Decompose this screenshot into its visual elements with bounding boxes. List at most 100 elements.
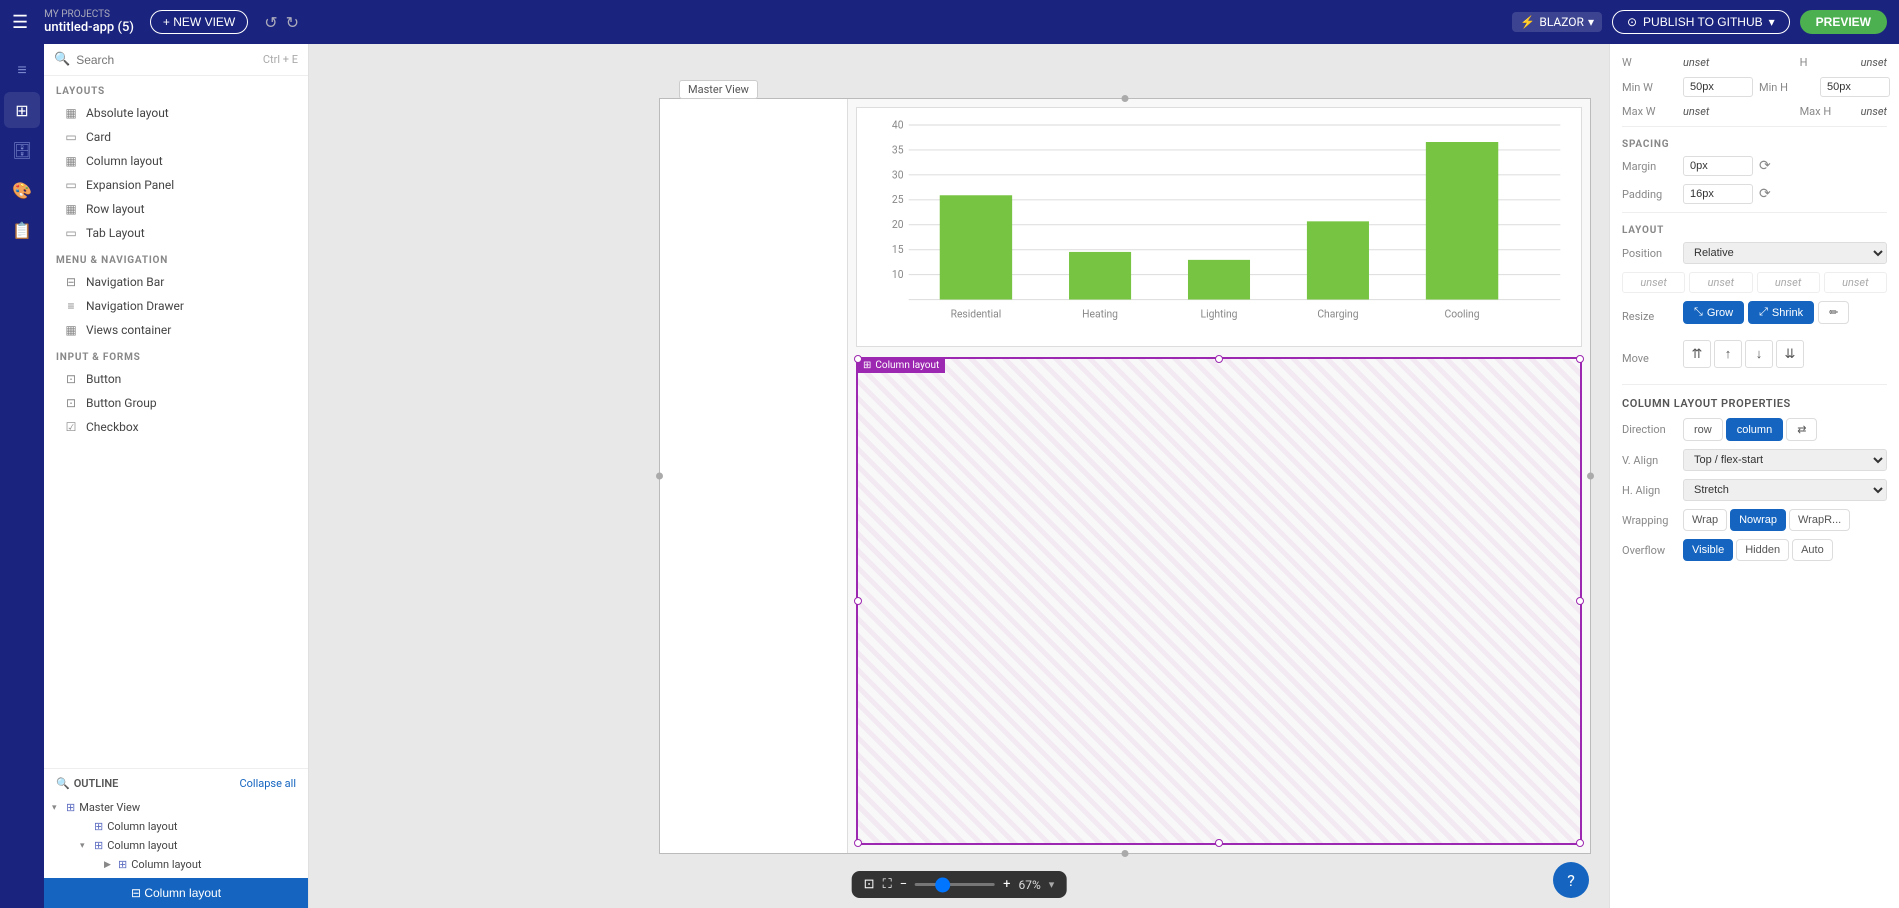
auto-button[interactable]: Auto (1792, 539, 1833, 561)
frame-handle-bottom[interactable] (1122, 850, 1129, 857)
new-view-button[interactable]: + NEW VIEW (150, 10, 248, 34)
sidebar-item-absolute-layout[interactable]: ▦ Absolute layout (44, 101, 308, 125)
resize-handle-bc[interactable] (1215, 839, 1223, 847)
sidebar-item-views-container[interactable]: ▦ Views container (44, 318, 308, 342)
margin-link-icon[interactable]: ⟳ (1759, 158, 1771, 174)
sidebar-item-navigation-drawer[interactable]: ≡ Navigation Drawer (44, 294, 308, 318)
outline-item-label: Master View (79, 801, 140, 814)
padding-link-icon[interactable]: ⟳ (1759, 186, 1771, 202)
halign-select[interactable]: Stretch Start Center End (1683, 479, 1887, 501)
sidebar-item-card[interactable]: ▭ Card (44, 125, 308, 149)
max-h-value: unset (1861, 105, 1887, 118)
resize-handle-bl[interactable] (854, 839, 862, 847)
resize-handle-br[interactable] (1576, 839, 1584, 847)
collapse-all-link[interactable]: Collapse all (239, 777, 296, 790)
wrapping-row: Wrapping Wrap Nowrap WrapR... (1622, 509, 1887, 531)
sidebar-item-checkbox[interactable]: ☑ Checkbox (44, 415, 308, 439)
spacing-section-label: SPACING (1622, 139, 1887, 150)
move-top-btn[interactable]: ⇈ (1683, 340, 1711, 368)
move-bottom-btn[interactable]: ⇊ (1776, 340, 1804, 368)
frame-handle-top[interactable] (1122, 95, 1129, 102)
shrink-button[interactable]: ⤢ Shrink (1748, 301, 1814, 324)
sidebar-item-button[interactable]: ⊡ Button (44, 367, 308, 391)
icon-bar-pages[interactable]: 📋 (4, 212, 40, 248)
hidden-button[interactable]: Hidden (1736, 539, 1789, 561)
margin-input[interactable] (1683, 156, 1753, 176)
resize-handle-tl[interactable] (854, 355, 862, 363)
valign-row: V. Align Top / flex-start Center Bottom … (1622, 449, 1887, 471)
resize-edit-button[interactable]: ✏ (1818, 301, 1849, 324)
zoom-slider[interactable] (915, 883, 995, 886)
zoom-percent: 67% (1019, 878, 1041, 892)
caret-icon (80, 822, 90, 832)
resize-handle-tr[interactable] (1576, 355, 1584, 363)
outline-master-view[interactable]: ▾ ⊞ Master View (44, 798, 308, 817)
redo-icon[interactable]: ↻ (286, 13, 299, 32)
sidebar-item-column-layout[interactable]: ▦ Column layout (44, 149, 308, 173)
icon-bar-layers[interactable]: ≡ (4, 52, 40, 88)
blazor-badge[interactable]: ⚡ BLAZOR ▾ (1512, 12, 1602, 32)
direction-toggle-button[interactable]: ⇄ (1786, 418, 1817, 441)
absolute-layout-icon: ▦ (64, 106, 78, 120)
wrap-button[interactable]: Wrap (1683, 509, 1727, 531)
sidebar-item-expansion-panel[interactable]: ▭ Expansion Panel (44, 173, 308, 197)
padding-input[interactable] (1683, 184, 1753, 204)
wrapr-button[interactable]: WrapR... (1789, 509, 1850, 531)
direction-column-button[interactable]: column (1726, 418, 1783, 441)
sidebar-item-navigation-bar[interactable]: ⊟ Navigation Bar (44, 270, 308, 294)
add-column-layout-button[interactable]: ⊟ Column layout (44, 878, 308, 908)
icon-bar-components[interactable]: ⊞ (4, 92, 40, 128)
outline-header: 🔍 OUTLINE Collapse all (44, 769, 308, 798)
preview-button[interactable]: PREVIEW (1800, 10, 1887, 34)
search-bar: 🔍 Ctrl + E (44, 44, 308, 76)
sidebar-item-row-layout[interactable]: ▦ Row layout (44, 197, 308, 221)
blazor-label: BLAZOR (1539, 15, 1584, 29)
button-icon: ⊡ (64, 372, 78, 386)
menu-icon[interactable]: ☰ (12, 12, 28, 33)
help-button[interactable]: ? (1553, 862, 1589, 898)
icon-bar-theme[interactable]: 🎨 (4, 172, 40, 208)
nowrap-button[interactable]: Nowrap (1730, 509, 1786, 531)
fullscreen-icon[interactable]: ⛶ (883, 877, 892, 892)
outline-column-layout-3[interactable]: ▶ ⊞ Column layout (44, 855, 308, 874)
undo-icon[interactable]: ↺ (264, 13, 277, 32)
min-h-label: Min H (1759, 81, 1814, 94)
undo-redo-group: ↺ ↻ (264, 13, 299, 32)
max-h-label: Max H (1800, 105, 1855, 118)
sidebar-item-tab-layout[interactable]: ▭ Tab Layout (44, 221, 308, 245)
move-up-btn[interactable]: ↑ (1714, 340, 1742, 368)
outline-column-layout-2[interactable]: ▾ ⊞ Column layout (44, 836, 308, 855)
visible-button[interactable]: Visible (1683, 539, 1733, 561)
min-w-input[interactable] (1683, 77, 1753, 97)
position-select[interactable]: Relative Absolute Fixed (1683, 242, 1887, 264)
outline-column-layout-1[interactable]: ⊞ Column layout (44, 817, 308, 836)
frame-handle-left[interactable] (656, 473, 663, 480)
sidebar-item-label: Checkbox (86, 420, 139, 434)
h-value: unset (1861, 56, 1887, 69)
direction-row-button[interactable]: row (1683, 418, 1723, 441)
sidebar-item-label: Column layout (86, 154, 163, 168)
publish-button[interactable]: ⊙ PUBLISH TO GITHUB ▾ (1612, 10, 1790, 34)
zoom-dropdown-icon[interactable]: ▾ (1049, 878, 1055, 891)
outline-item-label: Column layout (107, 839, 177, 852)
frame-handle-right[interactable] (1587, 473, 1594, 480)
valign-select[interactable]: Top / flex-start Center Bottom / flex-en… (1683, 449, 1887, 471)
w-label: W (1622, 56, 1677, 69)
resize-handle-mr[interactable] (1576, 597, 1584, 605)
min-h-input[interactable] (1820, 77, 1890, 97)
fit-icon[interactable]: ⊡ (864, 877, 875, 892)
zoom-out-icon[interactable]: − (900, 877, 907, 892)
move-down-btn[interactable]: ↓ (1745, 340, 1773, 368)
search-input[interactable] (76, 53, 257, 67)
caret-icon: ▾ (80, 841, 90, 851)
icon-bar-data[interactable]: 🗄 (4, 132, 40, 168)
resize-handle-tc[interactable] (1215, 355, 1223, 363)
grow-button[interactable]: ⤡ Grow (1683, 301, 1744, 324)
bar-chart: 40 35 30 25 20 15 10 (857, 108, 1581, 346)
svg-text:25: 25 (892, 193, 904, 207)
sidebar-item-label: Button Group (86, 396, 157, 410)
zoom-in-icon[interactable]: + (1003, 877, 1010, 892)
sidebar-item-button-group[interactable]: ⊡ Button Group (44, 391, 308, 415)
resize-handle-ml[interactable] (854, 597, 862, 605)
card-icon: ▭ (64, 130, 78, 144)
